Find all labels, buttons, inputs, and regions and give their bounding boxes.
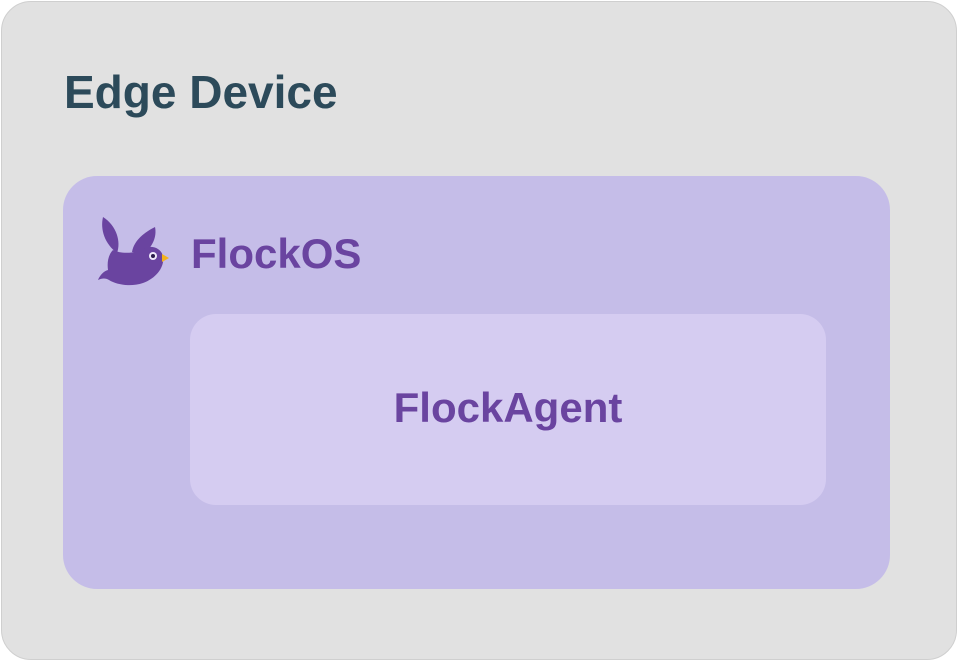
flockos-title: FlockOS	[191, 230, 362, 277]
edge-device-title: Edge Device	[64, 66, 338, 118]
bird-icon	[95, 214, 173, 290]
edge-device-container: Edge Device FlockOS FlockAgent	[1, 1, 957, 660]
flockagent-container: FlockAgent	[190, 314, 826, 505]
flockos-container: FlockOS FlockAgent	[63, 176, 890, 589]
flockagent-title: FlockAgent	[393, 383, 623, 431]
